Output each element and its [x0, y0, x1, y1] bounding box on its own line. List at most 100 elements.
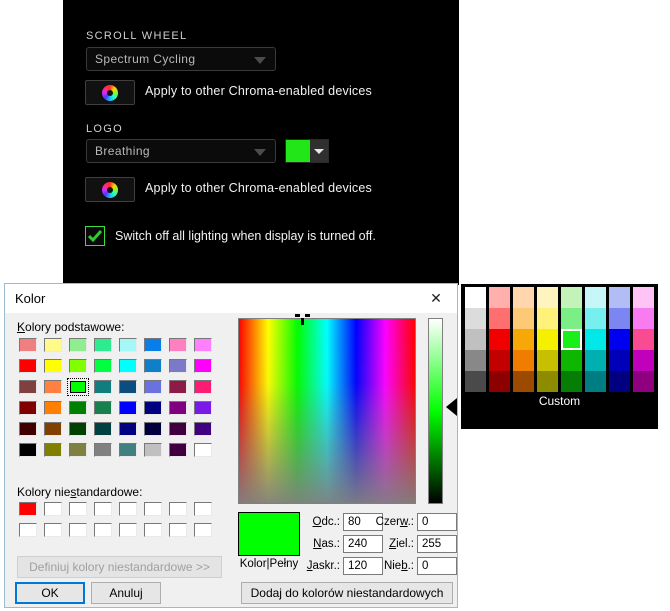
palette-color-swatch[interactable] [561, 350, 582, 371]
custom-color-slot[interactable] [117, 500, 139, 518]
custom-color-slot[interactable] [167, 521, 189, 539]
basic-color-swatch[interactable] [142, 420, 164, 438]
palette-color-swatch[interactable] [513, 371, 534, 392]
basic-color-swatch[interactable] [67, 336, 89, 354]
logo-color-swatch[interactable] [285, 139, 311, 163]
palette-color-swatch[interactable] [513, 308, 534, 329]
close-icon[interactable]: ✕ [415, 284, 457, 312]
custom-color-slot[interactable] [42, 500, 64, 518]
palette-color-swatch[interactable] [561, 287, 582, 308]
basic-color-swatch[interactable] [42, 378, 64, 396]
basic-color-swatch[interactable] [42, 357, 64, 375]
basic-color-swatch[interactable] [17, 420, 39, 438]
palette-color-swatch[interactable] [489, 329, 510, 350]
custom-color-slot[interactable] [192, 521, 214, 539]
palette-color-swatch[interactable] [585, 308, 606, 329]
basic-color-swatch[interactable] [192, 441, 214, 459]
palette-color-swatch[interactable] [465, 287, 486, 308]
custom-color-slot[interactable] [67, 521, 89, 539]
palette-color-swatch[interactable] [513, 287, 534, 308]
palette-color-swatch[interactable] [489, 287, 510, 308]
custom-color-slot[interactable] [167, 500, 189, 518]
basic-color-swatch[interactable] [42, 399, 64, 417]
palette-color-swatch[interactable] [633, 371, 654, 392]
cancel-button[interactable]: Anuluj [91, 582, 161, 604]
basic-color-swatch[interactable] [117, 357, 139, 375]
basic-colors-grid[interactable] [17, 336, 217, 464]
palette-color-swatch[interactable] [465, 308, 486, 329]
palette-color-swatch[interactable] [465, 329, 486, 350]
basic-color-swatch[interactable] [192, 357, 214, 375]
basic-color-swatch[interactable] [67, 399, 89, 417]
palette-color-swatch[interactable] [465, 371, 486, 392]
scroll-wheel-effect-select[interactable]: Spectrum Cycling [86, 47, 276, 71]
basic-color-swatch[interactable] [17, 441, 39, 459]
palette-color-swatch[interactable] [609, 350, 630, 371]
logo-effect-select[interactable]: Breathing [86, 139, 276, 163]
basic-color-swatch[interactable] [167, 399, 189, 417]
palette-color-swatch[interactable] [633, 329, 654, 350]
palette-color-swatch[interactable] [465, 350, 486, 371]
basic-color-swatch[interactable] [167, 357, 189, 375]
basic-color-swatch[interactable] [192, 336, 214, 354]
basic-color-swatch[interactable] [92, 399, 114, 417]
palette-color-swatch[interactable] [537, 308, 558, 329]
palette-color-swatch[interactable] [537, 329, 558, 350]
basic-color-swatch[interactable] [92, 336, 114, 354]
basic-color-swatch[interactable] [167, 378, 189, 396]
custom-color-slot[interactable] [192, 500, 214, 518]
basic-color-swatch[interactable] [67, 357, 89, 375]
palette-color-swatch[interactable] [561, 371, 582, 392]
ok-button[interactable]: OK [15, 582, 85, 604]
palette-color-swatch[interactable] [513, 350, 534, 371]
define-custom-colors-button[interactable]: Definiuj kolory niestandardowe >> [17, 556, 222, 578]
custom-color-slot[interactable] [142, 500, 164, 518]
basic-color-swatch[interactable] [42, 441, 64, 459]
basic-color-swatch[interactable] [167, 441, 189, 459]
basic-color-swatch[interactable] [117, 336, 139, 354]
palette-color-swatch[interactable] [489, 350, 510, 371]
custom-color-slot[interactable] [92, 521, 114, 539]
add-to-custom-colors-button[interactable]: Dodaj do kolorów niestandardowych [241, 582, 453, 604]
palette-color-swatch[interactable] [537, 350, 558, 371]
basic-color-swatch[interactable] [17, 399, 39, 417]
palette-color-swatch[interactable] [585, 371, 606, 392]
basic-color-swatch[interactable] [17, 357, 39, 375]
palette-color-swatch[interactable] [633, 308, 654, 329]
hue-saturation-spectrum[interactable] [238, 318, 416, 504]
basic-color-swatch[interactable] [142, 357, 164, 375]
basic-color-swatch[interactable] [117, 420, 139, 438]
custom-color-slot[interactable] [142, 521, 164, 539]
basic-color-swatch[interactable] [92, 378, 114, 396]
scroll-wheel-chroma-apply-button[interactable] [85, 80, 135, 105]
basic-color-swatch[interactable] [67, 441, 89, 459]
palette-color-swatch[interactable] [633, 350, 654, 371]
basic-color-swatch[interactable] [67, 378, 89, 396]
custom-color-slot[interactable] [92, 500, 114, 518]
basic-color-swatch[interactable] [42, 420, 64, 438]
palette-color-swatch[interactable] [561, 329, 582, 350]
custom-color-slot[interactable] [117, 521, 139, 539]
green-field[interactable]: 255 [417, 535, 457, 553]
color-preview-swatch[interactable] [238, 512, 300, 556]
basic-color-swatch[interactable] [17, 336, 39, 354]
basic-color-swatch[interactable] [117, 441, 139, 459]
palette-color-swatch[interactable] [609, 287, 630, 308]
palette-color-swatch[interactable] [585, 350, 606, 371]
luminance-slider-thumb[interactable] [446, 398, 457, 416]
basic-color-swatch[interactable] [192, 399, 214, 417]
basic-color-swatch[interactable] [92, 357, 114, 375]
custom-color-slot[interactable] [17, 500, 39, 518]
custom-color-slot[interactable] [42, 521, 64, 539]
basic-color-swatch[interactable] [167, 336, 189, 354]
custom-color-slot[interactable] [17, 521, 39, 539]
basic-color-swatch[interactable] [117, 378, 139, 396]
basic-color-swatch[interactable] [142, 336, 164, 354]
palette-color-swatch[interactable] [609, 329, 630, 350]
red-field[interactable]: 0 [417, 513, 457, 531]
palette-color-swatch[interactable] [585, 287, 606, 308]
basic-color-swatch[interactable] [142, 378, 164, 396]
blue-field[interactable]: 0 [417, 557, 457, 575]
palette-color-swatch[interactable] [489, 308, 510, 329]
basic-color-swatch[interactable] [167, 420, 189, 438]
